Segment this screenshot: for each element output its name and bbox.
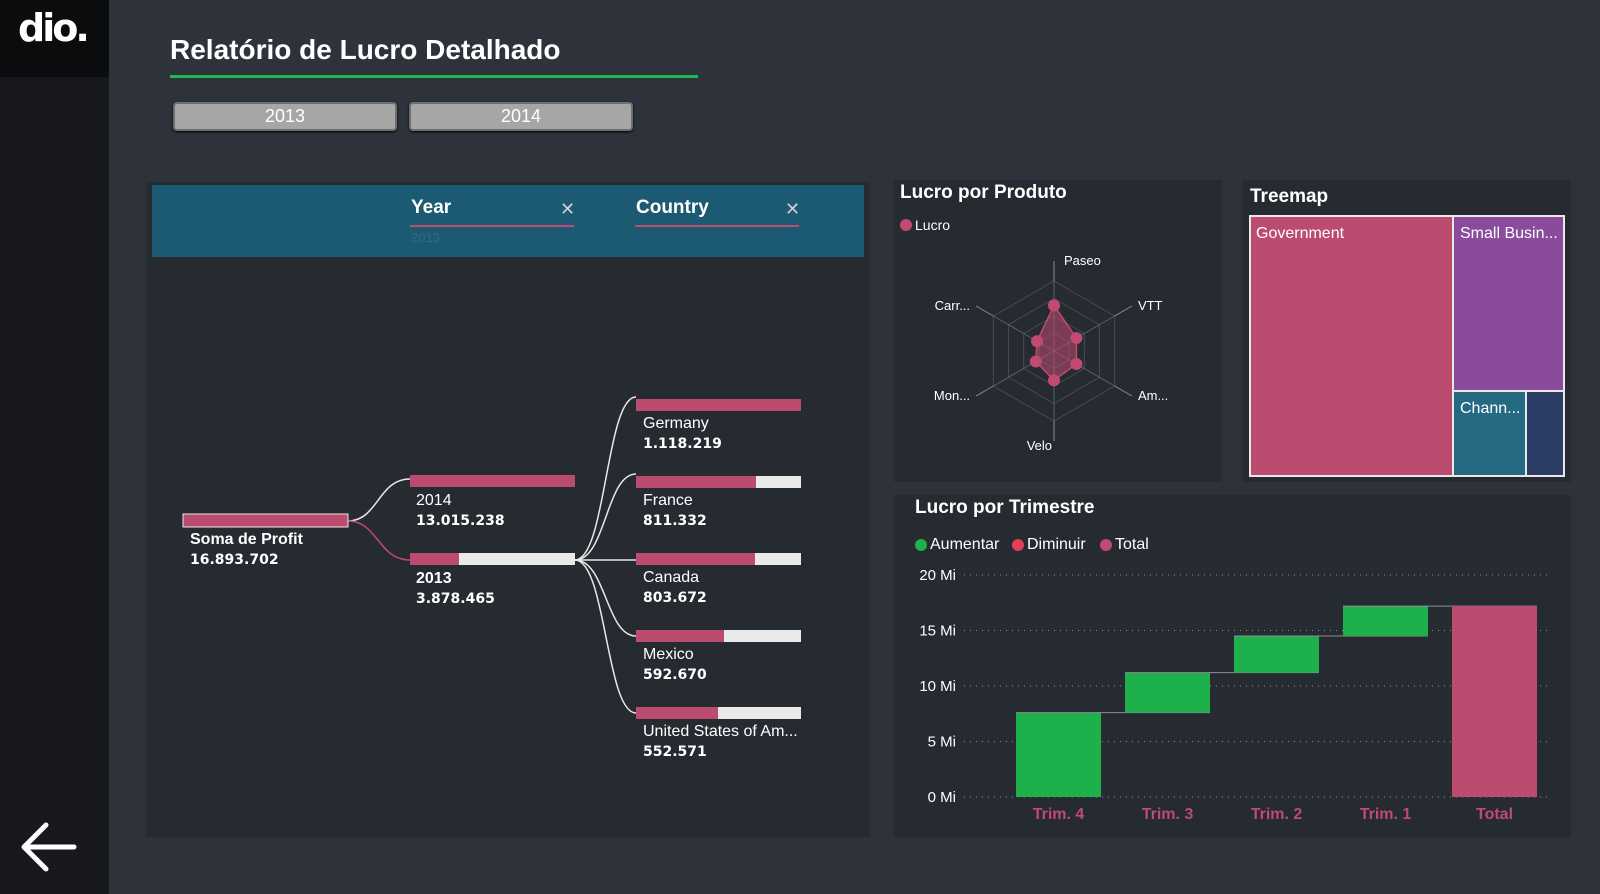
radar-label-vtt: VTT xyxy=(1138,298,1163,313)
decomposition-tree-panel: Year ✕ 2013 Country ✕ Soma de Profit 16.… xyxy=(146,182,870,837)
country-canada-label[interactable]: Canada xyxy=(643,569,699,587)
x-tick-trim-1: Trim. 1 xyxy=(1360,806,1412,823)
year-2014-value: 13.015.238 xyxy=(416,513,505,529)
radar-leader-carr xyxy=(975,305,994,317)
year-2014-bar xyxy=(410,475,575,487)
x-tick-trim-2: Trim. 2 xyxy=(1251,806,1303,823)
radar-label-am: Am... xyxy=(1138,388,1168,403)
root-bar xyxy=(182,513,349,528)
radar-leader-vtt xyxy=(1114,305,1133,317)
waterfall-bar-trim-3[interactable] xyxy=(1124,672,1211,713)
radar-label-carr: Carr... xyxy=(935,298,970,313)
logo-box: dio. xyxy=(0,0,109,77)
y-tick-10-mi: 10 Mi xyxy=(919,678,956,695)
y-tick-5-mi: 5 Mi xyxy=(928,734,956,751)
root-label[interactable]: Soma de Profit xyxy=(190,531,303,549)
year-2013-bar xyxy=(410,553,459,565)
sidebar: dio. xyxy=(0,0,109,894)
radar-chart: Paseo VTT Am... Velo Mon... Carr... xyxy=(934,253,1168,453)
brand-logo: dio. xyxy=(18,6,90,50)
x-tick-total: Total xyxy=(1476,806,1513,823)
radar-point-vtt[interactable] xyxy=(1070,332,1083,345)
year-2013-label[interactable]: 2013 xyxy=(416,570,452,588)
country-usa-label[interactable]: United States of Am... xyxy=(643,723,798,741)
country-canada-value: 803.672 xyxy=(643,590,707,606)
treemap-frame: Government Small Busin... Chann... xyxy=(1249,215,1565,477)
y-tick-15-mi: 15 Mi xyxy=(919,623,956,640)
radar-point-carr[interactable] xyxy=(1031,335,1044,348)
treemap-tile-other[interactable] xyxy=(1527,392,1563,475)
waterfall-bar-trim-1[interactable] xyxy=(1342,606,1429,637)
year-button-2013[interactable]: 2013 xyxy=(173,102,397,131)
country-germany-bar xyxy=(636,399,801,411)
treemap-label-small-business: Small Busin... xyxy=(1460,225,1558,242)
country-mexico-value: 592.670 xyxy=(643,667,707,683)
country-germany-value: 1.118.219 xyxy=(643,436,722,452)
x-tick-trim-3: Trim. 3 xyxy=(1142,806,1194,823)
x-tick-trim-4: Trim. 4 xyxy=(1033,806,1085,823)
radar-point-am[interactable] xyxy=(1070,357,1083,370)
waterfall-chart-panel: Lucro por Trimestre Aumentar Diminuir To… xyxy=(894,495,1571,837)
country-france-label[interactable]: France xyxy=(643,492,693,510)
y-tick-20-mi: 20 Mi xyxy=(919,567,956,584)
year-2014-label[interactable]: 2014 xyxy=(416,492,452,510)
treemap-label-channel: Chann... xyxy=(1460,400,1521,417)
treemap-tile-small-business[interactable] xyxy=(1454,217,1563,392)
radar-point-velo[interactable] xyxy=(1048,374,1060,387)
radar-point-mon[interactable] xyxy=(1029,355,1042,368)
waterfall-bar-total[interactable] xyxy=(1451,606,1538,797)
root-value: 16.893.702 xyxy=(190,552,279,568)
country-mexico-bar xyxy=(636,630,724,642)
page-title: Relatório de Lucro Detalhado xyxy=(170,34,561,65)
treemap-tile-government[interactable] xyxy=(1251,217,1454,475)
arrow-left-icon[interactable] xyxy=(16,815,82,879)
treemap-title: Treemap xyxy=(1250,186,1329,207)
radar-leader-am xyxy=(1114,385,1133,397)
year-button-2014[interactable]: 2014 xyxy=(409,102,633,131)
y-tick-0-mi: 0 Mi xyxy=(928,789,956,806)
waterfall-bar-trim-2[interactable] xyxy=(1233,636,1320,673)
waterfall-bar-trim-4[interactable] xyxy=(1015,712,1102,797)
treemap-panel: Treemap Government Small Busin... Chann.… xyxy=(1243,180,1571,482)
radar-chart-panel: Lucro por Produto Lucro Paseo VTT Am... Vel… xyxy=(894,180,1222,482)
title-underline xyxy=(170,75,698,78)
treemap-label-government: Government xyxy=(1256,225,1345,242)
radar-point-paseo[interactable] xyxy=(1048,299,1060,312)
country-usa-value: 552.571 xyxy=(643,744,707,760)
radar-leader-mon xyxy=(975,385,994,397)
radar-label-paseo: Paseo xyxy=(1064,253,1101,268)
country-canada-bar xyxy=(636,553,755,565)
country-germany-label[interactable]: Germany xyxy=(643,415,709,433)
country-mexico-label[interactable]: Mexico xyxy=(643,646,694,664)
radar-label-mon: Mon... xyxy=(934,388,970,403)
year-2013-value: 3.878.465 xyxy=(416,591,495,607)
country-france-bar xyxy=(636,476,756,488)
country-france-value: 811.332 xyxy=(643,513,707,529)
radar-label-velo: Velo xyxy=(1027,438,1052,453)
waterfall-chart: 0 Mi 5 Mi 10 Mi 15 Mi 20 Mi Trim. 4 Trim. 3 Tri… xyxy=(919,567,1549,823)
country-usa-bar xyxy=(636,707,718,719)
